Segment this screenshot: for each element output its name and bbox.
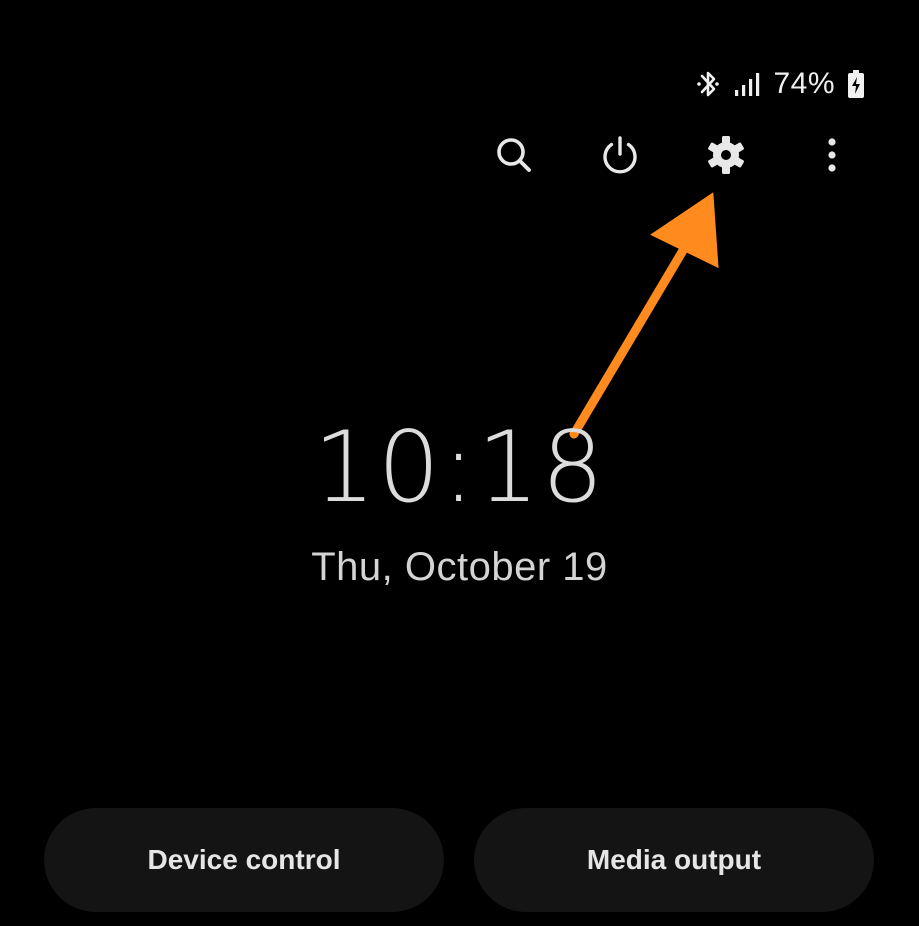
settings-button[interactable] (696, 125, 756, 185)
media-output-button[interactable]: Media output (474, 808, 874, 912)
battery-percent: 74% (773, 67, 835, 100)
clock-date: Thu, October 19 (311, 545, 608, 589)
power-button[interactable] (590, 125, 650, 185)
bluetooth-icon (697, 71, 720, 97)
search-button[interactable] (484, 125, 544, 185)
quick-panel-toolbar (0, 125, 919, 185)
settings-gear-icon (708, 136, 744, 174)
more-options-icon (828, 138, 836, 172)
status-bar: 74% (695, 62, 865, 106)
device-control-button[interactable]: Device control (44, 808, 444, 912)
more-options-button[interactable] (802, 125, 862, 185)
battery-charging-icon (848, 70, 864, 98)
search-icon (497, 138, 531, 172)
power-icon (603, 136, 637, 174)
clock-time: 10:18 (313, 411, 606, 525)
signal-icon (735, 73, 760, 96)
